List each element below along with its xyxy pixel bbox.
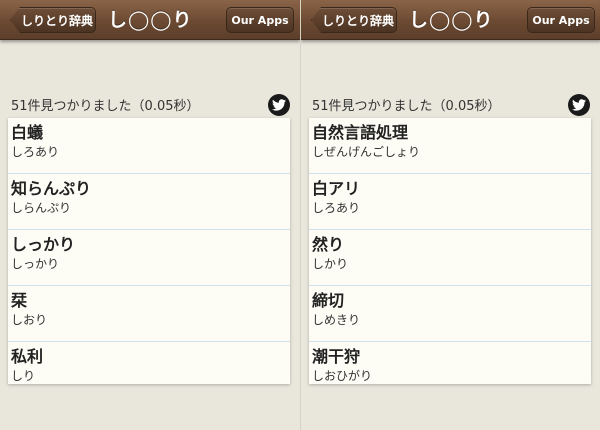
reading: しおひがり <box>312 369 373 383</box>
reading: しろあり <box>11 145 60 159</box>
result-count: 51件見つかりました（0.05秒） <box>11 99 200 114</box>
list-item[interactable]: 潮干狩 しおひがり <box>309 342 591 384</box>
list-item[interactable]: 自然言語処理 しぜんげんごしょり <box>309 118 591 174</box>
twitter-bird-icon <box>272 99 286 111</box>
list-item[interactable]: 知らんぷり しらんぷり <box>8 174 290 230</box>
list-item[interactable]: 白アリ しろあり <box>309 174 591 230</box>
reading: しめきり <box>312 313 361 327</box>
reading: しぜんげんごしょり <box>312 145 421 159</box>
list-item[interactable]: 私利 しり <box>8 342 290 384</box>
word: 締切 <box>312 291 345 310</box>
results-list: 白蟻 しろあり 知らんぷり しらんぷり しっかり しっかり 栞 しおり 私利 し… <box>8 118 290 384</box>
list-item[interactable]: 白蟻 しろあり <box>8 118 290 174</box>
our-apps-button[interactable]: Our Apps <box>527 7 595 33</box>
list-item[interactable]: 締切 しめきり <box>309 286 591 342</box>
list-item[interactable]: しっかり しっかり <box>8 230 290 286</box>
result-count: 51件見つかりました（0.05秒） <box>312 99 501 114</box>
word: 潮干狩 <box>312 347 361 366</box>
reading: しおり <box>11 313 48 327</box>
reading: しっかり <box>11 257 60 271</box>
reading: しろあり <box>312 201 361 215</box>
our-apps-button[interactable]: Our Apps <box>226 7 294 33</box>
list-item[interactable]: 栞 しおり <box>8 286 290 342</box>
word: 知らんぷり <box>11 179 92 198</box>
page-title: し◯◯り <box>409 9 494 31</box>
reading: しらんぷり <box>11 201 72 215</box>
twitter-icon[interactable] <box>268 94 290 116</box>
page-title: し◯◯り <box>108 9 193 31</box>
twitter-bird-icon <box>572 99 586 111</box>
word: 然り <box>312 235 345 254</box>
left-panel: しりとり辞典 し◯◯り Our Apps 51件見つかりました（0.05秒） 白… <box>0 0 300 430</box>
navigation-bar: しりとり辞典 し◯◯り Our Apps <box>301 0 600 40</box>
back-button[interactable]: しりとり辞典 <box>10 7 96 33</box>
twitter-icon[interactable] <box>568 94 590 116</box>
reading: しり <box>11 369 36 383</box>
results-list: 自然言語処理 しぜんげんごしょり 白アリ しろあり 然り しかり 締切 しめきり… <box>309 118 591 384</box>
word: しっかり <box>11 235 76 254</box>
word: 栞 <box>11 291 28 310</box>
list-item[interactable]: 然り しかり <box>309 230 591 286</box>
reading: しかり <box>312 257 349 271</box>
word: 白蟻 <box>11 123 44 142</box>
word: 私利 <box>11 347 44 366</box>
word: 白アリ <box>312 179 361 198</box>
navigation-bar: しりとり辞典 し◯◯り Our Apps <box>0 0 300 40</box>
word: 自然言語処理 <box>312 123 409 142</box>
back-button[interactable]: しりとり辞典 <box>311 7 397 33</box>
right-panel: しりとり辞典 し◯◯り Our Apps 51件見つかりました（0.05秒） 自… <box>300 0 600 430</box>
